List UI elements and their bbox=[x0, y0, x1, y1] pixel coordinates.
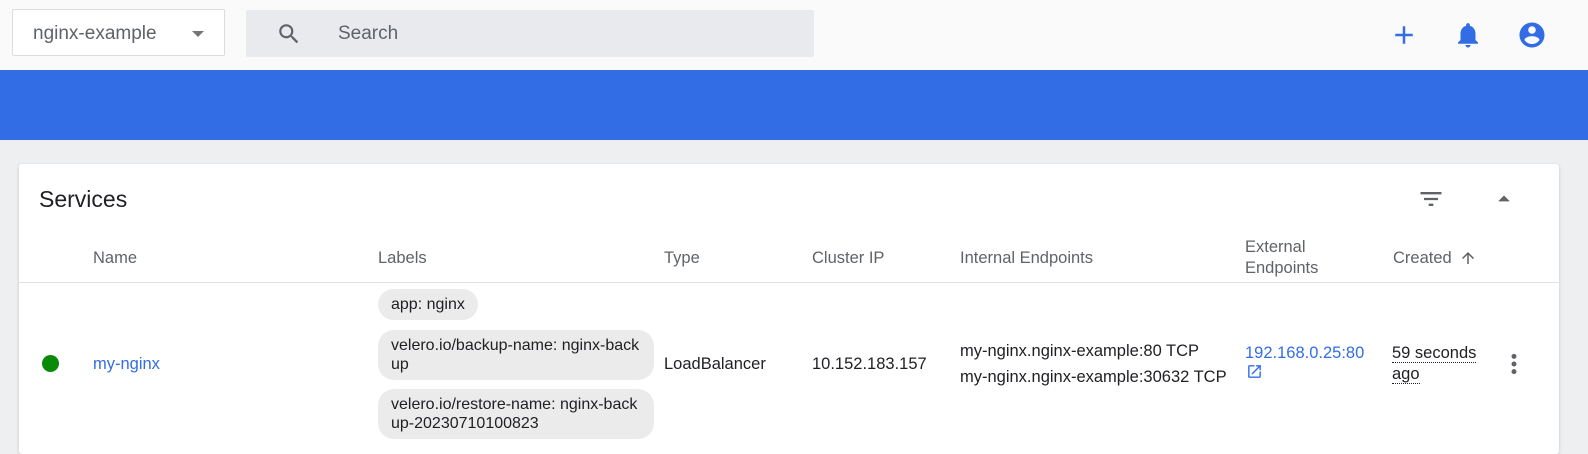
dropdown-arrow-icon bbox=[192, 31, 204, 37]
column-header-external-endpoints-line1: External bbox=[1245, 238, 1306, 256]
account-circle-icon[interactable] bbox=[1517, 20, 1547, 50]
search-icon[interactable] bbox=[276, 21, 302, 47]
collapse-icon[interactable] bbox=[1490, 185, 1518, 213]
more-vert-icon[interactable] bbox=[1505, 351, 1523, 377]
internal-endpoint: my-nginx.nginx-example:30632 TCP bbox=[960, 368, 1227, 386]
column-header-internal-endpoints: Internal Endpoints bbox=[960, 249, 1094, 267]
service-name-link[interactable]: my-nginx bbox=[93, 354, 160, 375]
column-header-type[interactable]: Type bbox=[664, 248, 700, 269]
service-type: LoadBalancer bbox=[664, 355, 766, 373]
column-header-name[interactable]: Name bbox=[93, 248, 137, 269]
column-header-cluster-ip[interactable]: Cluster IP bbox=[812, 248, 884, 269]
namespace-value: nginx-example bbox=[33, 23, 157, 44]
service-cluster-ip: 10.152.183.157 bbox=[812, 355, 927, 373]
services-card: Services Name Labels Type Cluster IP Int… bbox=[19, 164, 1559, 454]
external-endpoint-link[interactable]: 192.168.0.25:80 bbox=[1245, 343, 1364, 364]
filter-icon[interactable] bbox=[1417, 185, 1445, 213]
column-header-labels: Labels bbox=[378, 249, 427, 267]
column-header-created-label: Created bbox=[1393, 249, 1452, 267]
header-band bbox=[0, 70, 1588, 140]
column-header-external-endpoints-line2: Endpoints bbox=[1245, 259, 1319, 277]
top-toolbar: nginx-example bbox=[0, 0, 1588, 70]
bell-icon[interactable] bbox=[1453, 20, 1483, 50]
namespace-selector[interactable]: nginx-example bbox=[12, 9, 225, 56]
open-in-new-icon[interactable] bbox=[1246, 363, 1263, 380]
card-title: Services bbox=[39, 186, 128, 212]
created-time: 59 seconds ago bbox=[1392, 343, 1502, 385]
column-header-created[interactable]: Created bbox=[1393, 248, 1474, 269]
status-running-icon bbox=[42, 355, 59, 372]
search-input[interactable] bbox=[336, 19, 790, 49]
search-bar bbox=[246, 10, 814, 57]
header-divider bbox=[19, 282, 1559, 283]
add-icon[interactable] bbox=[1389, 20, 1419, 50]
column-header-external-endpoints: External Endpoints bbox=[1245, 237, 1318, 279]
label-chip: velero.io/backup-name: nginx-backup bbox=[378, 330, 654, 380]
label-chip: velero.io/restore-name: nginx-backup-202… bbox=[378, 389, 654, 439]
label-chip: app: nginx bbox=[378, 289, 478, 320]
internal-endpoint: my-nginx.nginx-example:80 TCP bbox=[960, 342, 1200, 360]
sort-arrow-up-icon bbox=[1462, 252, 1474, 264]
created-time-text: 59 seconds ago bbox=[1392, 344, 1477, 384]
